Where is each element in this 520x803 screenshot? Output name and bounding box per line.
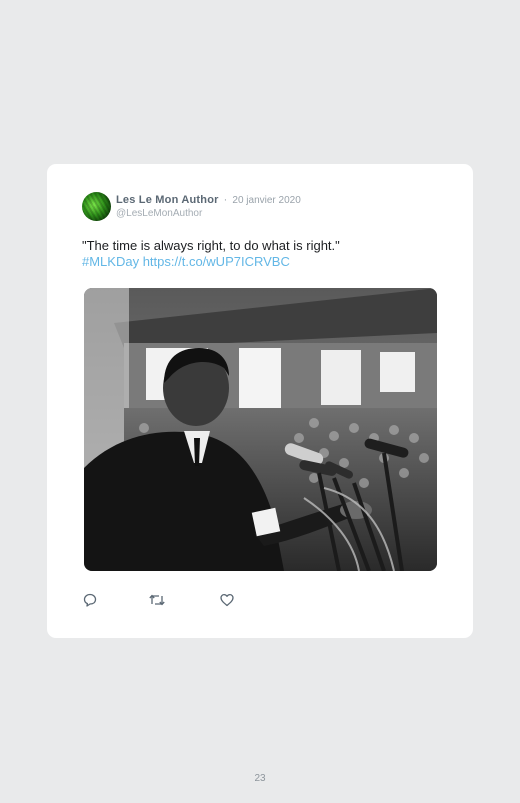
tweet-photo[interactable] — [84, 288, 437, 571]
tweet-date[interactable]: 20 janvier 2020 — [232, 195, 300, 206]
reply-icon[interactable] — [82, 592, 102, 612]
retweet-icon[interactable] — [148, 592, 168, 612]
page-number: 23 — [254, 773, 266, 784]
author-handle[interactable]: @LesLeMonAuthor — [116, 208, 202, 219]
separator-dot: · — [223, 194, 228, 206]
tweet-links: #MLKDay https://t.co/wUP7ICRVBC — [82, 254, 442, 270]
hashtag-link[interactable]: #MLKDay — [82, 254, 139, 269]
url-link[interactable]: https://t.co/wUP7ICRVBC — [143, 254, 290, 269]
author-name[interactable]: Les Le Mon Author — [116, 194, 219, 206]
author-line: Les Le Mon Author · 20 janvier 2020 — [116, 194, 301, 206]
author-avatar[interactable] — [82, 192, 111, 221]
tweet-card: Les Le Mon Author · 20 janvier 2020 @Les… — [47, 164, 473, 638]
like-icon[interactable] — [219, 592, 239, 612]
tweet-text: "The time is always right, to do what is… — [82, 238, 340, 253]
tweet-actions — [82, 592, 282, 612]
